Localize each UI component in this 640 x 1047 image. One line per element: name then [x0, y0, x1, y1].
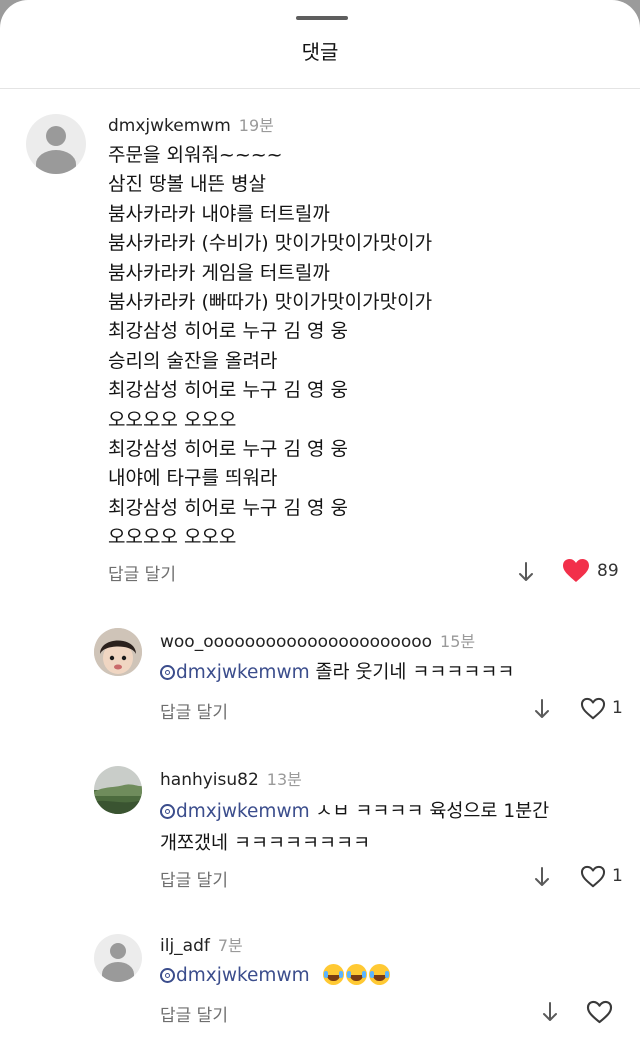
laughing-tears-emoji-icon	[346, 964, 368, 985]
comments-sheet: 댓글 dmxjwkemwm 19분 주문을 외워줘~~~~ 삼진 땅볼 내뜬 병살…	[0, 0, 640, 1047]
laughing-tears-emoji-icon	[323, 964, 345, 985]
heart-outline-icon[interactable]	[586, 1000, 613, 1024]
username[interactable]: ilj_adf	[160, 936, 210, 956]
reply-text: dmxjwkemwm	[160, 960, 392, 992]
reply: ilj_adf 7분 dmxjwkemwm 답글 달기	[0, 0, 640, 1047]
avatar[interactable]	[94, 934, 142, 982]
mention-username: dmxjwkemwm	[176, 965, 310, 986]
mention-link[interactable]: dmxjwkemwm	[160, 965, 310, 986]
reply-meta: ilj_adf 7분	[160, 932, 243, 956]
mention-at-icon	[160, 968, 175, 983]
timestamp: 7분	[217, 936, 243, 955]
reply-button[interactable]: 답글 달기	[160, 1001, 228, 1026]
dislike-arrow-icon[interactable]	[542, 1001, 558, 1023]
laughing-tears-emoji-icon	[369, 964, 391, 985]
